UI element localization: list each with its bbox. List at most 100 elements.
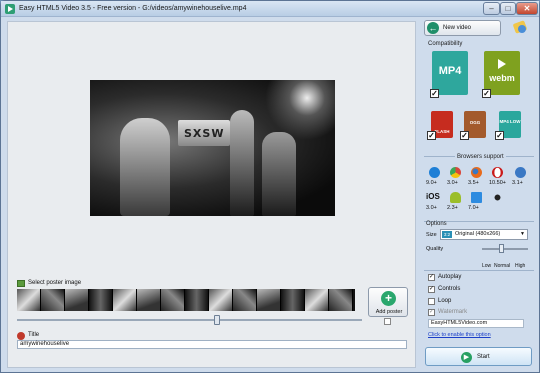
quality-high-label: High xyxy=(515,263,526,269)
watermark-label: Watermark xyxy=(438,309,468,315)
browser-version: 9.0+ xyxy=(426,180,437,186)
browser-version: 2.3+ xyxy=(447,205,458,211)
editor-panel: SXSW xyxy=(7,21,416,368)
close-button[interactable]: ✕ xyxy=(516,2,538,15)
filmstrip-frame[interactable] xyxy=(161,289,185,311)
window-title: Easy HTML5 Video 3.5 - Free version - G:… xyxy=(19,5,247,12)
opera-icon xyxy=(492,167,503,178)
performer-guitarist xyxy=(120,118,170,216)
filmstrip-frame[interactable] xyxy=(113,289,137,311)
browser-item: 10.50+ xyxy=(489,167,509,191)
minimize-button[interactable]: – xyxy=(483,2,500,15)
loop-checkbox[interactable] xyxy=(428,298,435,305)
mp4-checkbox[interactable]: ✓ xyxy=(430,89,439,98)
filmstrip-frame[interactable] xyxy=(41,289,65,311)
size-tag: 3:2 xyxy=(442,231,452,238)
filmstrip-frame[interactable] xyxy=(137,289,161,311)
app-window: Easy HTML5 Video 3.5 - Free version - G:… xyxy=(0,0,540,373)
ie-icon xyxy=(429,167,440,178)
autoplay-label: Autoplay xyxy=(438,274,462,280)
video-preview[interactable]: SXSW xyxy=(90,80,335,216)
flash-format-icon[interactable]: FLASH ✓ xyxy=(427,111,453,140)
webm-format-icon[interactable]: webm ✓ xyxy=(482,51,520,98)
browser-row: 9.0+ 3.0+ 3.5+ 10.50+ 3.1+ xyxy=(424,167,536,191)
add-poster-label: Add poster xyxy=(375,309,403,315)
filmstrip-frame[interactable] xyxy=(185,289,209,311)
blackberry-icon xyxy=(492,192,503,203)
browser-row: iOS 3.0+ 2.3+ 7.0+ xyxy=(424,192,536,216)
mp4-low-format-icon[interactable]: MP4 LOW ✓ xyxy=(495,111,521,140)
controls-checkbox[interactable]: ✓ xyxy=(428,286,435,293)
filmstrip-frame[interactable] xyxy=(329,289,353,311)
options-label: Options xyxy=(426,221,447,227)
webm-checkbox[interactable]: ✓ xyxy=(482,89,491,98)
browser-item: 9.0+ xyxy=(426,167,446,191)
chevron-down-icon: ▼ xyxy=(520,231,525,237)
flash-checkbox[interactable]: ✓ xyxy=(427,131,436,140)
settings-panel: ← New video Compatibility MP4 ✓ webm ✓ F… xyxy=(420,19,538,369)
browsers-label: Browsers support xyxy=(455,154,506,160)
title-label: Title xyxy=(28,332,40,338)
filmstrip-frame[interactable] xyxy=(65,289,89,311)
ogg-format-icon[interactable]: OGG ✓ xyxy=(460,111,486,140)
new-video-button[interactable]: ← New video xyxy=(424,20,501,36)
compatibility-label: Compatibility xyxy=(428,41,463,47)
size-select[interactable]: 3:2 Original (480x266) ▼ xyxy=(440,229,528,240)
browser-version: 3.0+ xyxy=(447,180,458,186)
browser-version: 7.0+ xyxy=(468,205,479,211)
add-poster-button[interactable]: + Add poster xyxy=(368,287,408,317)
loop-label: Loop xyxy=(438,298,452,304)
mp4-low-checkbox[interactable]: ✓ xyxy=(495,131,504,140)
quality-slider-track[interactable] xyxy=(482,248,528,250)
title-bar[interactable]: Easy HTML5 Video 3.5 - Free version - G:… xyxy=(1,1,539,17)
mp4-low-format-label: MP4 LOW xyxy=(499,119,521,124)
arrow-left-icon: ← xyxy=(427,22,439,34)
title-icon xyxy=(17,332,25,340)
poster-label: Select poster image xyxy=(28,280,82,286)
poster-filmstrip[interactable] xyxy=(17,289,355,311)
poster-slider-thumb[interactable] xyxy=(214,315,220,325)
browser-item: 2.3+ xyxy=(447,192,467,216)
browser-item xyxy=(489,192,509,216)
watermark-input[interactable]: EasyHTML5Video.com xyxy=(428,319,524,328)
maximize-button[interactable]: □ xyxy=(500,2,516,15)
quality-low-label: Low xyxy=(482,263,492,269)
mp4-format-icon[interactable]: MP4 ✓ xyxy=(430,51,468,98)
stage-lights xyxy=(265,80,335,140)
ogg-format-label: OGG xyxy=(469,120,481,125)
filmstrip-frame[interactable] xyxy=(305,289,329,311)
filmstrip-frame[interactable] xyxy=(89,289,113,311)
enable-option-link[interactable]: Click to enable this option xyxy=(428,332,491,338)
help-icon[interactable] xyxy=(512,21,529,36)
filmstrip-frame[interactable] xyxy=(281,289,305,311)
browser-item: 3.5+ xyxy=(468,167,488,191)
poster-slider-track[interactable] xyxy=(17,319,362,321)
filmstrip-frame[interactable] xyxy=(257,289,281,311)
filmstrip-frame[interactable] xyxy=(233,289,257,311)
browser-item: 7.0+ xyxy=(468,192,488,216)
ogg-checkbox[interactable]: ✓ xyxy=(460,131,469,140)
browser-version: 3.0+ xyxy=(426,205,437,211)
start-label: Start xyxy=(477,354,490,360)
browser-item: 3.0+ xyxy=(447,167,467,191)
size-label: Size xyxy=(426,232,437,238)
poster-checkbox[interactable] xyxy=(384,318,391,325)
start-button[interactable]: ▶ Start xyxy=(425,347,532,366)
controls-label: Controls xyxy=(438,286,461,292)
quality-label: Quality xyxy=(426,246,444,252)
quality-slider-thumb[interactable] xyxy=(499,244,504,253)
windows-icon xyxy=(471,192,482,203)
watermark-checkbox[interactable]: ✓ xyxy=(428,309,435,316)
size-value: Original (480x266) xyxy=(455,231,501,237)
safari-icon xyxy=(515,167,526,178)
browser-item: 3.1+ xyxy=(512,167,532,191)
filmstrip-frame[interactable] xyxy=(17,289,41,311)
performer-singer xyxy=(230,110,254,216)
chrome-icon xyxy=(450,167,461,178)
browser-version: 10.50+ xyxy=(489,180,506,186)
title-input[interactable]: amywinehouselive xyxy=(17,340,407,349)
new-video-label: New video xyxy=(443,25,472,31)
autoplay-checkbox[interactable]: ✓ xyxy=(428,274,435,281)
filmstrip-frame[interactable] xyxy=(209,289,233,311)
browser-version: 3.1+ xyxy=(512,180,523,186)
